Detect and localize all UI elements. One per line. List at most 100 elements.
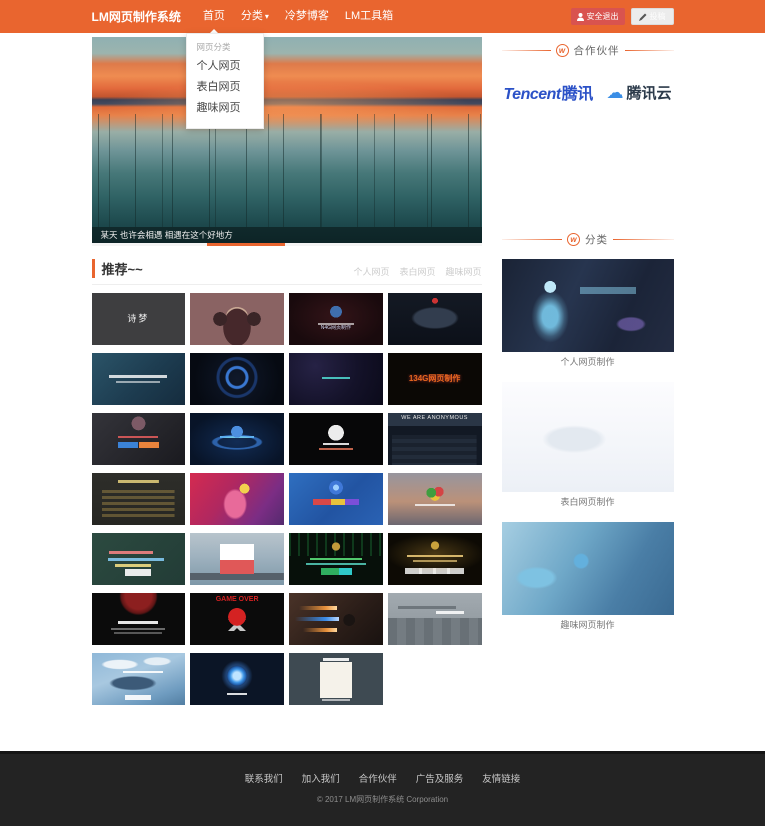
tencent-logo-cn: 腾讯 [562, 86, 593, 103]
footer-link[interactable]: 广告及服务 [416, 771, 464, 785]
nav-item-blog-label: 冷梦博客 [285, 10, 329, 22]
thumbnail[interactable]: GAME OVER [190, 593, 284, 645]
thumbnail[interactable] [190, 293, 284, 345]
thumbnail[interactable] [289, 473, 383, 525]
thumbnail-label: GAME OVER [192, 596, 282, 605]
copyright-text: © 2017 LM网页制作系统 Corporation [0, 794, 765, 805]
divider-line [502, 50, 551, 51]
thumbnail[interactable] [388, 473, 482, 525]
brand-title[interactable]: LM网页制作系统 [92, 8, 181, 25]
divider-line [625, 50, 674, 51]
recommend-category-link[interactable]: 个人网页 [353, 265, 389, 278]
lm-logo-icon: w [567, 233, 580, 246]
recommend-header: 推荐~~ 个人网页 表白网页 趣味网页 [92, 259, 482, 285]
pencil-icon [639, 13, 647, 21]
thumbnail-label: 诗梦 [94, 313, 184, 324]
tencent-logo-en: Tencent [504, 86, 561, 103]
thumbnail[interactable] [289, 413, 383, 465]
category-card[interactable]: 个人网页制作 [502, 259, 674, 370]
thumbnail[interactable] [92, 353, 186, 405]
tencent-cloud-logo[interactable]: ☁ 腾讯云 [606, 82, 671, 103]
footer-links: 联系我们 加入我们 合作伙伴 广告及服务 友情链接 [0, 771, 765, 785]
carousel-progress-indicator[interactable] [207, 243, 285, 246]
category-card-caption: 趣味网页制作 [502, 617, 674, 633]
logout-button-label: 安全退出 [587, 11, 619, 22]
thumbnail[interactable]: WE ARE ANONYMOUS [388, 413, 482, 465]
tencent-cloud-label: 腾讯云 [626, 82, 671, 103]
nav-item-toolbox[interactable]: LM工具箱 [337, 0, 401, 33]
carousel-track [92, 243, 482, 246]
recommend-title: 推荐~~ [92, 259, 143, 278]
thumbnail[interactable] [92, 593, 186, 645]
post-button-label: 投稿 [650, 11, 666, 22]
thumbnail[interactable] [92, 413, 186, 465]
thumbnail[interactable] [92, 473, 186, 525]
thumbnail[interactable]: 诗梦 [92, 293, 186, 345]
content-container: 网页分类 个人网页 表白网页 趣味网页 某天 也许会相遇 相遇在这个好地方 推荐… [92, 37, 674, 705]
thumbnail[interactable] [92, 533, 186, 585]
hero-caption: 某天 也许会相遇 相遇在这个好地方 [92, 227, 482, 243]
chevron-down-icon: ▾ [265, 12, 269, 21]
category-cards: 个人网页制作 表白网页制作 趣味网页制作 [502, 259, 674, 633]
category-card-image [502, 259, 674, 352]
thumbnail[interactable] [388, 293, 482, 345]
partner-logos: Tencent腾讯 ☁ 腾讯云 [502, 80, 674, 104]
thumbnail[interactable] [190, 353, 284, 405]
dropdown-title: 网页分类 [197, 41, 253, 53]
footer-link[interactable]: 加入我们 [302, 771, 340, 785]
category-card-caption: 个人网页制作 [502, 354, 674, 370]
nav-item-home-label: 首页 [203, 10, 225, 22]
partners-header: w 合作伙伴 [502, 37, 674, 58]
partners-title: 合作伙伴 [574, 43, 620, 58]
dropdown-menu-item[interactable]: 表白网页 [197, 77, 253, 98]
nav-item-toolbox-label: LM工具箱 [345, 10, 393, 22]
recommend-category-link[interactable]: 表白网页 [399, 265, 435, 278]
thumbnail[interactable] [190, 473, 284, 525]
hero-photo-detail [92, 114, 482, 227]
thumbnail[interactable] [190, 653, 284, 705]
cloud-icon: ☁ [606, 84, 623, 101]
thumbnail[interactable] [92, 653, 186, 705]
categories-title: 分类 [585, 232, 608, 247]
category-card-image [502, 382, 674, 492]
footer-link[interactable]: 联系我们 [245, 771, 283, 785]
category-card[interactable]: 表白网页制作 [502, 382, 674, 510]
recommend-category-links: 个人网页 表白网页 趣味网页 [353, 265, 481, 278]
divider-line [613, 239, 674, 240]
category-dropdown-menu: 网页分类 个人网页 表白网页 趣味网页 [186, 33, 264, 129]
thumbnail[interactable] [388, 593, 482, 645]
thumbnail[interactable] [289, 593, 383, 645]
hero-carousel-slide[interactable]: 某天 也许会相遇 相遇在这个好地方 [92, 37, 482, 243]
lm-logo-icon: w [556, 44, 569, 57]
tencent-logo[interactable]: Tencent腾讯 [504, 80, 593, 104]
thumbnail[interactable] [289, 653, 383, 705]
category-card[interactable]: 趣味网页制作 [502, 522, 674, 633]
thumbnail[interactable] [190, 533, 284, 585]
categories-header: w 分类 [502, 226, 674, 247]
thumbnail[interactable]: 134G网页制作 [388, 353, 482, 405]
nav-item-blog[interactable]: 冷梦博客 [277, 0, 337, 33]
nav-item-home[interactable]: 首页 [195, 0, 233, 33]
logout-button[interactable]: 安全退出 [571, 8, 625, 25]
thumbnail-grid: 诗梦 N4G网页制作 [92, 293, 482, 705]
nav-item-category[interactable]: 分类▾ [233, 0, 277, 33]
dropdown-menu-item[interactable]: 个人网页 [197, 56, 253, 77]
user-icon [577, 13, 584, 21]
thumbnail[interactable] [289, 533, 383, 585]
thumbnail[interactable] [289, 353, 383, 405]
divider-line [502, 239, 563, 240]
footer-link[interactable]: 友情链接 [482, 771, 520, 785]
footer-link[interactable]: 合作伙伴 [359, 771, 397, 785]
recommend-category-link[interactable]: 趣味网页 [445, 265, 481, 278]
thumbnail[interactable] [388, 533, 482, 585]
thumbnail[interactable] [190, 413, 284, 465]
thumbnail-label: WE ARE ANONYMOUS [390, 415, 480, 422]
thumbnail-label: N4G网页制作 [291, 325, 381, 331]
dropdown-menu-item[interactable]: 趣味网页 [197, 98, 253, 119]
thumbnail[interactable]: N4G网页制作 [289, 293, 383, 345]
category-card-caption: 表白网页制作 [502, 494, 674, 510]
categories-section: w 分类 个人网页制作 表白网页制作 [502, 226, 674, 633]
page-footer: 联系我们 加入我们 合作伙伴 广告及服务 友情链接 © 2017 LM网页制作系… [0, 751, 765, 826]
post-button[interactable]: 投稿 [631, 8, 674, 25]
category-card-image [502, 522, 674, 615]
